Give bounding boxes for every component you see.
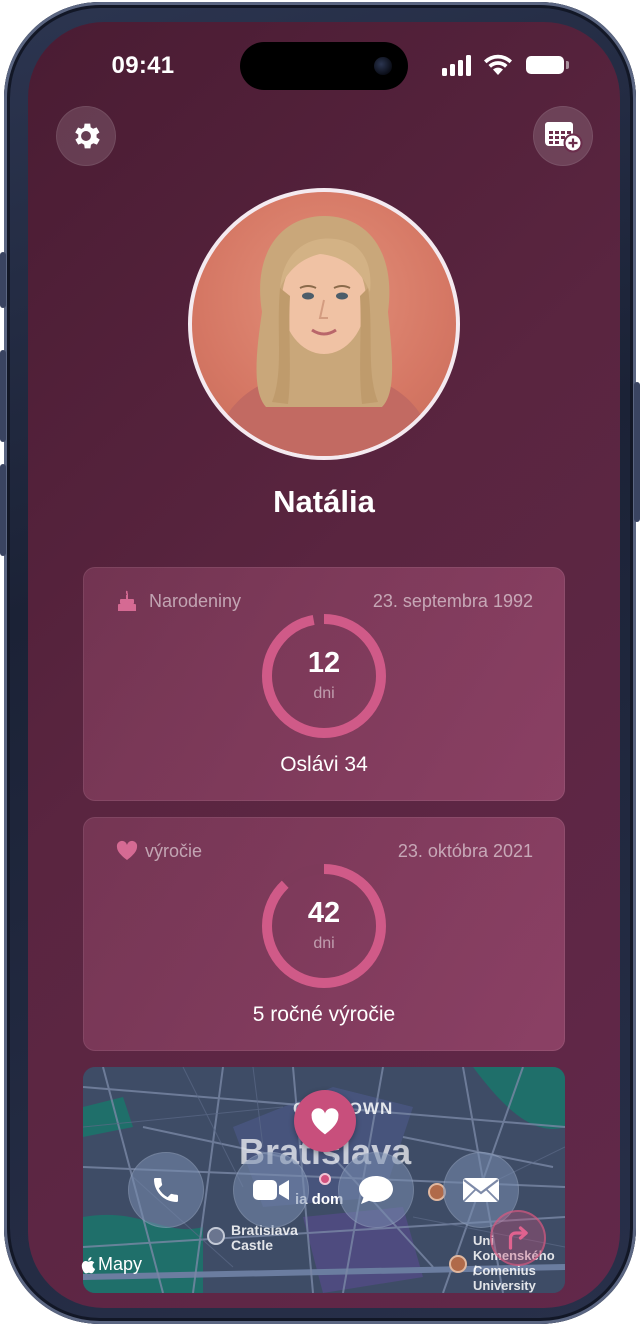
settings-button[interactable] — [56, 106, 116, 166]
portrait-illustration — [212, 216, 436, 456]
phone-frame: 09:41 Natália Narodeniny 23. septembra 1… — [0, 2, 640, 1324]
heart-icon — [116, 840, 138, 860]
heart-icon — [311, 1108, 339, 1135]
battery-icon — [526, 56, 564, 74]
birthday-days-unit: dni — [313, 685, 335, 702]
volume-up-button — [0, 350, 6, 442]
birthday-days-count: 12 — [307, 647, 341, 679]
university-poi-icon — [449, 1255, 467, 1273]
battery-tip — [566, 61, 569, 69]
birthday-caption: Oslávi 34 — [280, 753, 368, 776]
profile-avatar[interactable] — [188, 188, 460, 460]
anniversary-label: výročie — [145, 841, 203, 861]
maps-attribution-label: Mapy — [98, 1254, 143, 1274]
gear-icon — [75, 123, 100, 149]
maps-attribution[interactable]: Mapy — [80, 1254, 142, 1275]
add-calendar-button[interactable] — [533, 106, 593, 166]
anniversary-caption: 5 ročné výročie — [252, 1003, 396, 1026]
app-screen: 09:41 Natália Narodeniny 23. septembra 1… — [28, 22, 620, 1308]
volume-down-button — [0, 464, 6, 556]
castle-poi-line2: Castle — [231, 1237, 274, 1253]
wifi-icon — [484, 54, 512, 75]
university-line3: Comenius — [473, 1263, 536, 1278]
anniversary-card[interactable]: výročie 23. októbra 2021 42 dni 5 ročné … — [83, 817, 565, 1051]
birthday-label: Narodeniny — [149, 591, 242, 611]
birthday-card[interactable]: Narodeniny 23. septembra 1992 12 dni Osl… — [83, 567, 565, 801]
front-camera — [374, 57, 392, 75]
action-button — [0, 252, 6, 308]
dynamic-island — [240, 42, 408, 90]
status-time: 09:41 — [111, 52, 175, 79]
message-bubble-icon — [359, 1176, 393, 1204]
apple-logo-icon — [81, 1256, 96, 1273]
anniversary-date: 23. októbra 2021 — [397, 841, 533, 861]
message-button[interactable] — [338, 1152, 414, 1228]
directions-button[interactable] — [490, 1210, 546, 1266]
calendar-add-icon — [545, 122, 583, 153]
share-arrow-icon — [508, 1226, 528, 1250]
birthday-date: 23. septembra 1992 — [372, 591, 533, 611]
cellular-signal-icon — [442, 54, 472, 76]
video-camera-icon — [253, 1180, 289, 1200]
anniversary-days-unit: dni — [313, 935, 335, 952]
side-button — [634, 382, 640, 522]
profile-name: Natália — [273, 484, 375, 519]
birthday-cake-icon — [118, 590, 136, 611]
video-call-button[interactable] — [233, 1152, 309, 1228]
location-pin-dot — [319, 1173, 331, 1185]
castle-poi-icon — [207, 1227, 225, 1245]
location-pin[interactable] — [294, 1090, 356, 1152]
phone-icon — [154, 1178, 178, 1202]
call-button[interactable] — [128, 1152, 204, 1228]
envelope-icon — [463, 1178, 499, 1202]
anniversary-days-count: 42 — [307, 897, 341, 929]
university-line4: University — [473, 1278, 536, 1293]
